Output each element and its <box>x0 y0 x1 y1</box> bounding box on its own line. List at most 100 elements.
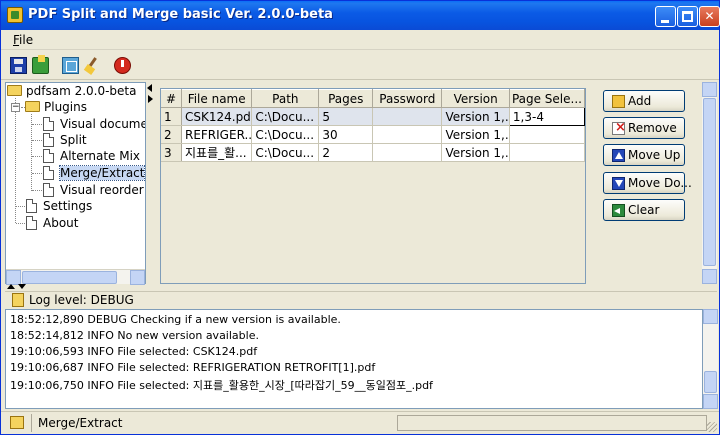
tree-root[interactable]: pdfsam 2.0.0-beta <box>7 83 137 99</box>
cell-page-selection[interactable] <box>509 143 586 162</box>
document-icon <box>26 215 37 230</box>
cell-version[interactable]: Version 1,... <box>441 143 510 162</box>
cell-page-selection-editor[interactable]: 1,3-4 <box>508 107 586 126</box>
remove-button[interactable]: Remove <box>603 117 685 139</box>
tree-line <box>16 206 25 207</box>
cell-pages[interactable]: 5 <box>318 107 374 126</box>
expand-right-icon[interactable] <box>148 95 153 103</box>
cell-page-selection[interactable] <box>509 125 586 144</box>
resize-grip-icon[interactable] <box>707 422 717 432</box>
cell-password[interactable] <box>372 143 443 162</box>
table-header-row: # File name Path Pages Password Version … <box>161 89 586 108</box>
clear-icon[interactable] <box>84 57 101 74</box>
exit-icon[interactable] <box>114 57 131 74</box>
scroll-left-icon[interactable] <box>6 270 21 285</box>
log-icon <box>12 293 24 307</box>
cell-version[interactable]: Version 1,... <box>441 107 510 126</box>
horizontal-split-controls[interactable] <box>7 284 37 291</box>
column-header-version[interactable]: Version <box>441 89 510 108</box>
tab-icon[interactable] <box>62 57 79 74</box>
scroll-up-icon[interactable] <box>702 82 717 97</box>
scroll-thumb[interactable] <box>703 98 716 266</box>
scroll-down-icon[interactable] <box>703 394 718 409</box>
cell-password[interactable] <box>372 107 443 126</box>
split-divider[interactable] <box>147 82 153 284</box>
file-table-panel: # File name Path Pages Password Version … <box>160 88 586 284</box>
scroll-thumb[interactable] <box>22 271 117 284</box>
cell-password[interactable] <box>372 125 443 144</box>
menu-file[interactable]: File <box>13 33 33 47</box>
column-header-page-selection[interactable]: Page Sele... <box>509 89 586 108</box>
cell-file-name[interactable]: REFRIGER... <box>181 125 253 144</box>
tree-item-alternate-mix[interactable]: Alternate Mix <box>43 148 140 164</box>
toolbar <box>1 51 719 80</box>
log-level-label: Log level: DEBUG <box>29 293 134 307</box>
cell-version[interactable]: Version 1,... <box>441 125 510 144</box>
column-header-password[interactable]: Password <box>372 89 443 108</box>
collapse-up-icon[interactable] <box>7 284 15 289</box>
log-line: 19:10:06,750 INFO File selected: 지표를_활용한… <box>10 379 433 392</box>
scroll-up-icon[interactable] <box>703 309 718 324</box>
column-header-file-name[interactable]: File name <box>181 89 253 108</box>
tree-line <box>16 223 25 224</box>
cell-file-name[interactable]: 지표를_활... <box>181 143 253 162</box>
log-area[interactable]: 18:52:12,890 DEBUG Checking if a new ver… <box>5 309 703 409</box>
tree-line <box>32 124 42 125</box>
status-bar: Merge/Extract <box>1 411 719 434</box>
tree-item-merge-extract[interactable]: Merge/Extract <box>43 165 145 181</box>
add-button[interactable]: Add <box>603 90 685 112</box>
expand-down-icon[interactable] <box>18 284 26 289</box>
minimize-icon <box>661 20 669 23</box>
scroll-down-icon[interactable] <box>702 269 717 284</box>
scroll-right-icon[interactable] <box>130 270 145 285</box>
status-text: Merge/Extract <box>38 416 123 430</box>
main-vertical-scrollbar[interactable] <box>702 82 717 284</box>
cell-path[interactable]: C:\Docu... <box>251 107 320 126</box>
cell-path[interactable]: C:\Docu... <box>251 125 320 144</box>
title-bar[interactable]: PDF Split and Merge basic Ver. 2.0.0-bet… <box>1 1 720 30</box>
document-icon <box>43 182 54 197</box>
load-icon[interactable] <box>32 55 49 74</box>
move-up-button[interactable]: Move Up <box>603 144 685 166</box>
collapse-left-icon[interactable] <box>147 84 152 92</box>
tree-horizontal-scrollbar[interactable] <box>6 269 145 285</box>
document-icon <box>26 198 37 213</box>
cell-path[interactable]: C:\Docu... <box>251 143 320 162</box>
log-header[interactable]: Log level: DEBUG <box>5 291 717 308</box>
collapse-icon[interactable]: − <box>11 103 20 112</box>
tree-node-plugins[interactable]: Plugins <box>25 99 87 115</box>
close-button[interactable]: ✕ <box>699 6 720 27</box>
cell-pages[interactable]: 30 <box>318 125 374 144</box>
document-icon <box>43 132 54 147</box>
table-row[interactable]: 2 REFRIGER... C:\Docu... 30 Version 1,..… <box>161 125 586 144</box>
cell-file-name[interactable]: CSK124.pdf <box>181 107 253 126</box>
cell-pages[interactable]: 2 <box>318 143 374 162</box>
minimize-button[interactable] <box>655 6 676 27</box>
log-line: 18:52:14,812 INFO No new version availab… <box>10 329 259 342</box>
column-header-pages[interactable]: Pages <box>318 89 374 108</box>
clear-list-icon <box>612 204 625 217</box>
window-title: PDF Split and Merge basic Ver. 2.0.0-bet… <box>28 7 333 22</box>
maximize-button[interactable] <box>677 6 698 27</box>
column-header-number[interactable]: # <box>161 89 182 108</box>
table-row[interactable]: 1 CSK124.pdf C:\Docu... 5 Version 1,... … <box>161 107 586 126</box>
clear-button[interactable]: Clear <box>603 199 685 221</box>
arrow-up-icon <box>612 149 625 162</box>
table-row[interactable]: 3 지표를_활... C:\Docu... 2 Version 1,... <box>161 143 586 162</box>
save-icon[interactable] <box>10 57 27 74</box>
plugin-tree[interactable]: pdfsam 2.0.0-beta − Plugins Visual docum… <box>5 82 146 284</box>
tree-item-about[interactable]: About <box>26 215 78 231</box>
move-down-button[interactable]: Move Do... <box>603 172 692 194</box>
log-line: 19:10:06,687 INFO File selected: REFRIGE… <box>10 361 376 374</box>
tree-item-settings[interactable]: Settings <box>26 198 92 214</box>
app-icon <box>7 7 23 23</box>
tree-item-visual-reorder[interactable]: Visual reorder <box>43 182 144 198</box>
tree-line <box>32 190 42 191</box>
tree-item-visual-document[interactable]: Visual document composer <box>43 116 145 132</box>
row-number: 1 <box>161 107 182 126</box>
tree-line <box>31 114 32 191</box>
column-header-path[interactable]: Path <box>251 89 320 108</box>
tree-item-split[interactable]: Split <box>43 132 87 148</box>
log-vertical-scrollbar[interactable] <box>703 309 718 409</box>
scroll-thumb[interactable] <box>704 371 717 393</box>
